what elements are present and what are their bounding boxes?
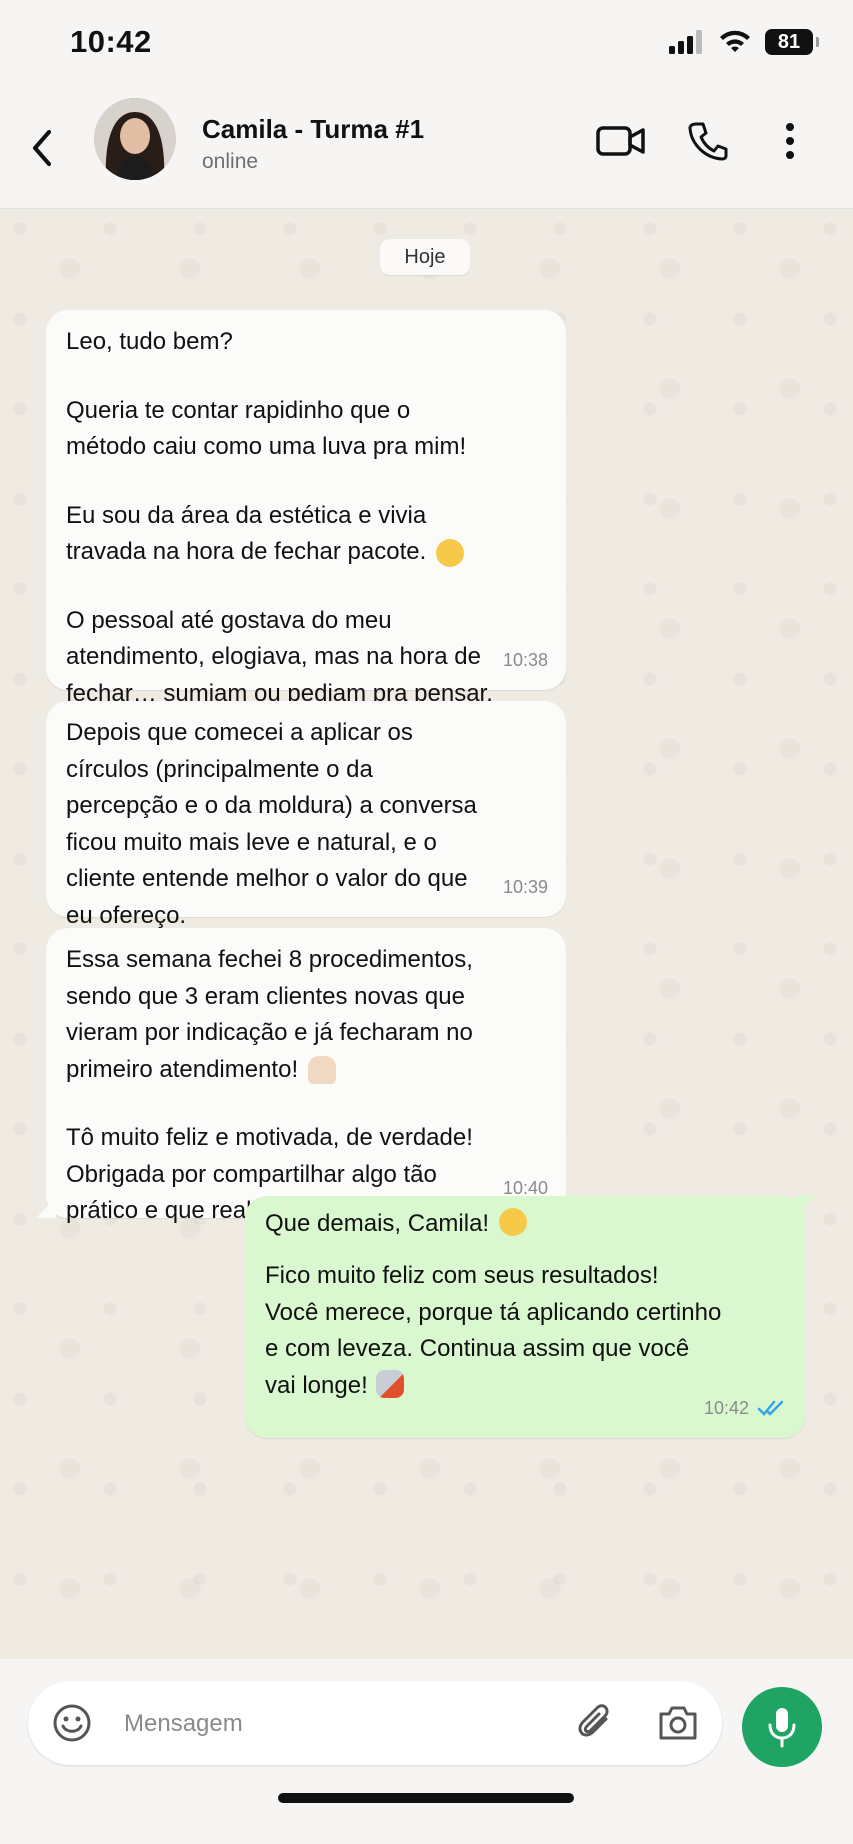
message-input-pill[interactable]	[28, 1681, 722, 1765]
status-icons: 81	[669, 26, 819, 58]
message-time: 10:39	[502, 876, 548, 897]
back-button[interactable]	[22, 118, 62, 178]
home-indicator	[278, 1793, 574, 1803]
emoji-button[interactable]	[50, 1701, 94, 1745]
message-bubble[interactable]: Essa semana fechei 8 procedimentos, send…	[46, 928, 566, 1226]
message-time: 10:42	[704, 1390, 787, 1427]
message-input[interactable]	[122, 1703, 556, 1745]
mic-button[interactable]	[742, 1687, 822, 1767]
double-check-read-icon	[757, 1400, 784, 1416]
message-text: O pessoal até gostava do meu atendimento…	[66, 606, 493, 707]
back-icon	[33, 130, 51, 166]
message-text: Fico muito feliz com seus resultados! Vo…	[265, 1262, 722, 1399]
message-bubble[interactable]: Leo, tudo bem? Queria te contar rapidinh…	[46, 310, 566, 707]
composer-bar	[0, 1659, 853, 1844]
message-text: Essa semana fechei 8 procedimentos, send…	[66, 946, 473, 1083]
message-bubble[interactable]: Depois que comecei a aplicar os círculos…	[46, 701, 566, 929]
status-time: 10:42	[70, 24, 152, 59]
message-text: Depois que comecei a aplicar os círculos…	[66, 719, 477, 929]
mic-icon	[768, 1708, 796, 1748]
chat-area[interactable]: Hoje Leo, tudo bem? Queria te contar rap…	[0, 209, 853, 1659]
voice-call-button[interactable]	[688, 116, 728, 166]
camera-icon	[659, 1706, 697, 1740]
message-time-text: 10:42	[703, 1397, 749, 1418]
battery-indicator: 81	[765, 29, 819, 55]
message-text: Leo, tudo bem?	[66, 328, 233, 355]
emoji-icon	[53, 1704, 91, 1742]
message-text: Que demais, Camila!	[265, 1210, 490, 1237]
message-time: 10:38	[502, 649, 548, 670]
phone-icon	[688, 122, 728, 161]
message-text: Eu sou da área da estética e vivia trava…	[66, 501, 427, 566]
attach-icon	[578, 1704, 609, 1737]
more-options-button[interactable]	[784, 116, 796, 166]
more-vert-icon	[786, 123, 794, 159]
heart-eyes-emoji-icon	[499, 1208, 528, 1236]
camera-button[interactable]	[656, 1701, 700, 1745]
grinning-sweat-emoji-icon	[436, 538, 465, 567]
signal-icon	[669, 30, 702, 54]
wifi-icon	[720, 30, 750, 52]
date-chip: Hoje	[380, 239, 470, 275]
status-bar: 10:42 81	[0, 0, 853, 88]
video-call-button[interactable]	[596, 116, 646, 166]
praying-hands-emoji-icon	[308, 1056, 337, 1084]
message-bubble-outgoing[interactable]: Que demais, Camila! Fico muito feliz com…	[245, 1196, 805, 1438]
contact-name[interactable]: Camila - Turma #1	[202, 114, 424, 145]
attach-button[interactable]	[574, 1701, 618, 1745]
chat-header: Camila - Turma #1 online	[0, 88, 853, 209]
video-call-icon	[596, 126, 645, 156]
contact-status: online	[202, 150, 259, 173]
avatar[interactable]	[94, 98, 176, 180]
rocket-emoji-icon	[375, 1369, 404, 1398]
message-text: Queria te contar rapidinho que o método …	[66, 396, 467, 461]
